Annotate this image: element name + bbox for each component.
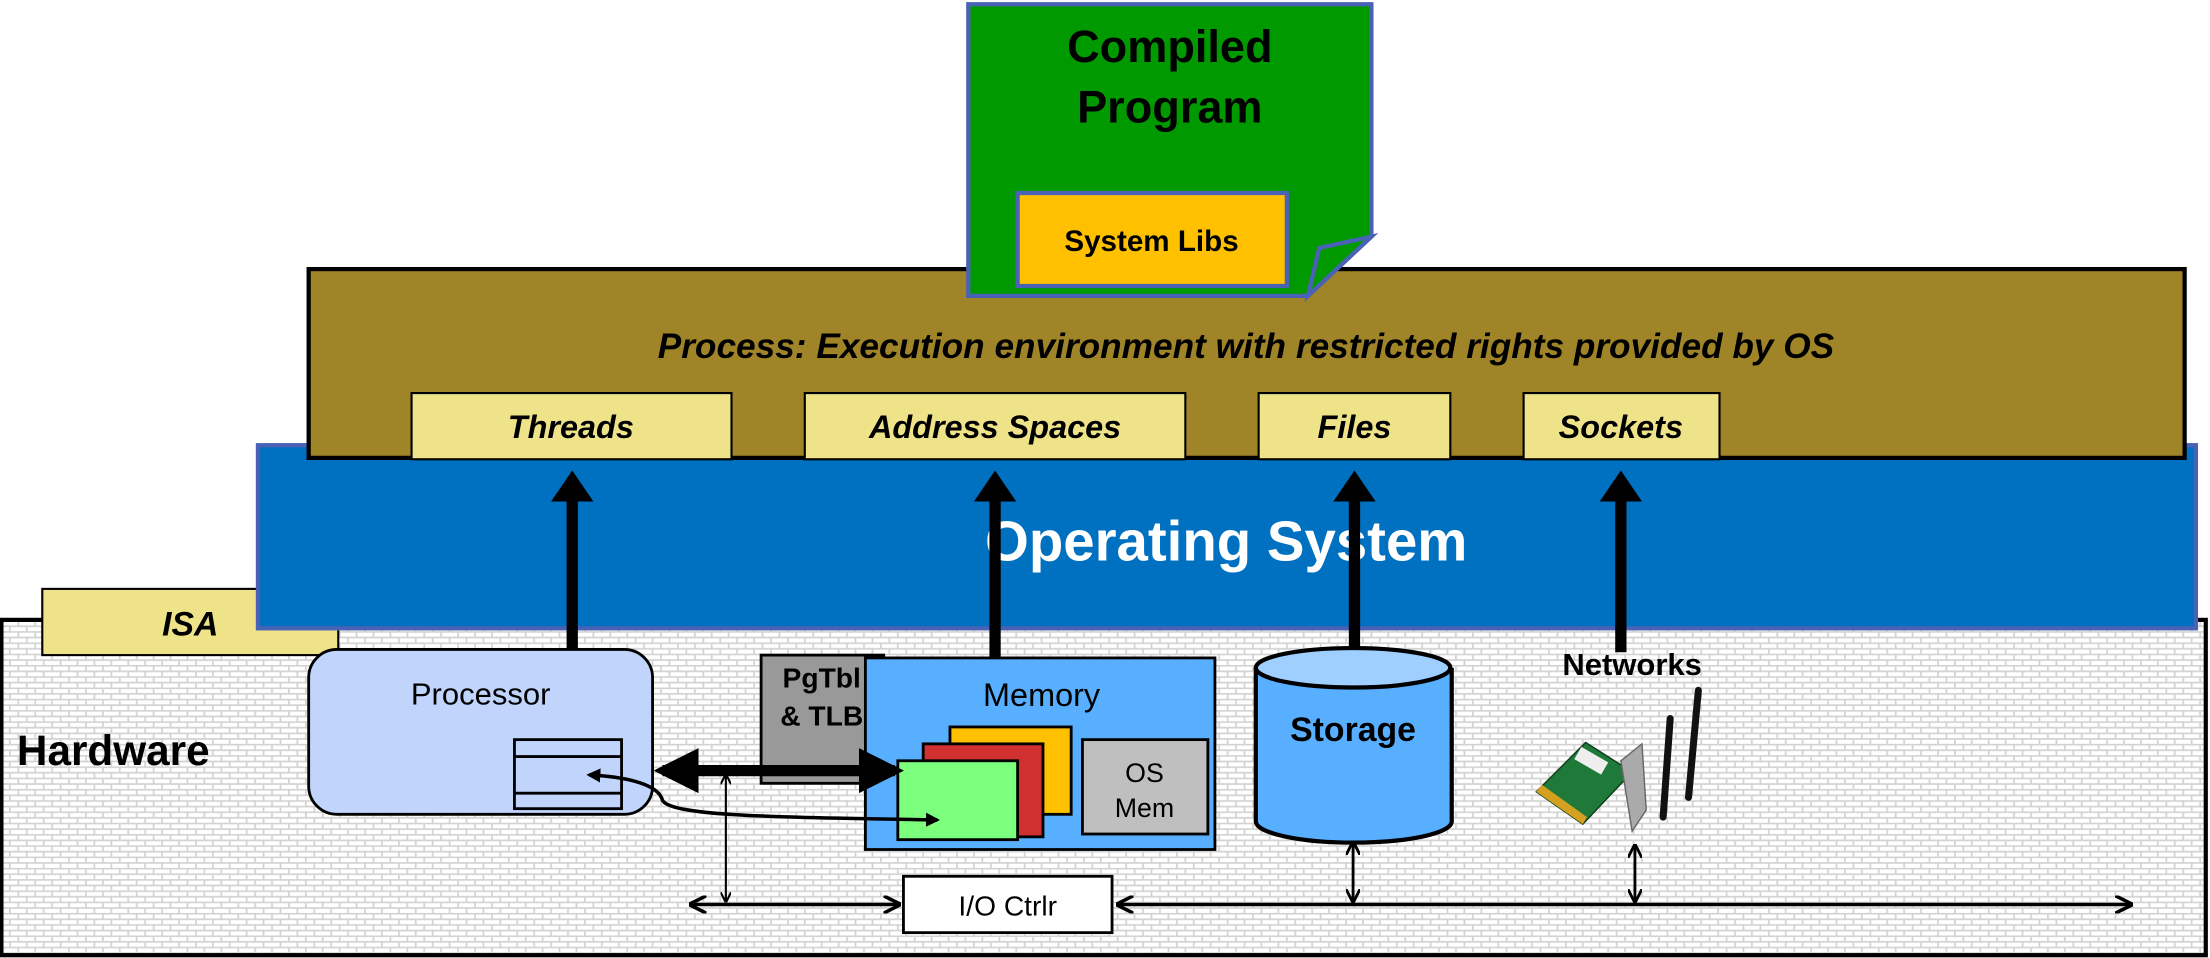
system-libs-label: System Libs — [1064, 225, 1238, 258]
os-mem-label-2: Mem — [1115, 793, 1174, 823]
process-tab-threads: Threads — [410, 392, 733, 461]
pgtbl-label: PgTbl — [783, 662, 861, 694]
svg-text:Sockets: Sockets — [1559, 409, 1683, 445]
isa-label: ISA — [162, 605, 218, 643]
os-diagram: Hardware ISA Operating System Process: E… — [0, 2, 2208, 958]
operating-system-label: Operating System — [985, 510, 1467, 573]
svg-text:Files: Files — [1318, 409, 1392, 445]
storage-label: Storage — [1290, 711, 1416, 749]
svg-text:Threads: Threads — [508, 409, 634, 445]
process-tab-files: Files — [1257, 392, 1452, 461]
compiled-program-title-2: Program — [1077, 82, 1262, 133]
process-title: Process: Execution environment with rest… — [658, 327, 1835, 366]
register-icon — [513, 738, 623, 811]
processor-label: Processor — [411, 676, 551, 711]
process-tab-sockets: Sockets — [1522, 392, 1721, 461]
memory-label: Memory — [983, 677, 1101, 713]
os-mem-label: OS — [1125, 758, 1164, 788]
process-tab-address-spaces: Address Spaces — [803, 392, 1187, 461]
networks-label: Networks — [1562, 647, 1702, 682]
tlb-label: & TLB — [780, 700, 863, 732]
hardware-label: Hardware — [17, 727, 210, 774]
io-ctrl-label: I/O Ctrlr — [958, 890, 1057, 922]
svg-text:Address Spaces: Address Spaces — [868, 409, 1121, 445]
memory-page-green — [896, 759, 1020, 842]
compiled-program-title: Compiled — [1067, 21, 1272, 72]
